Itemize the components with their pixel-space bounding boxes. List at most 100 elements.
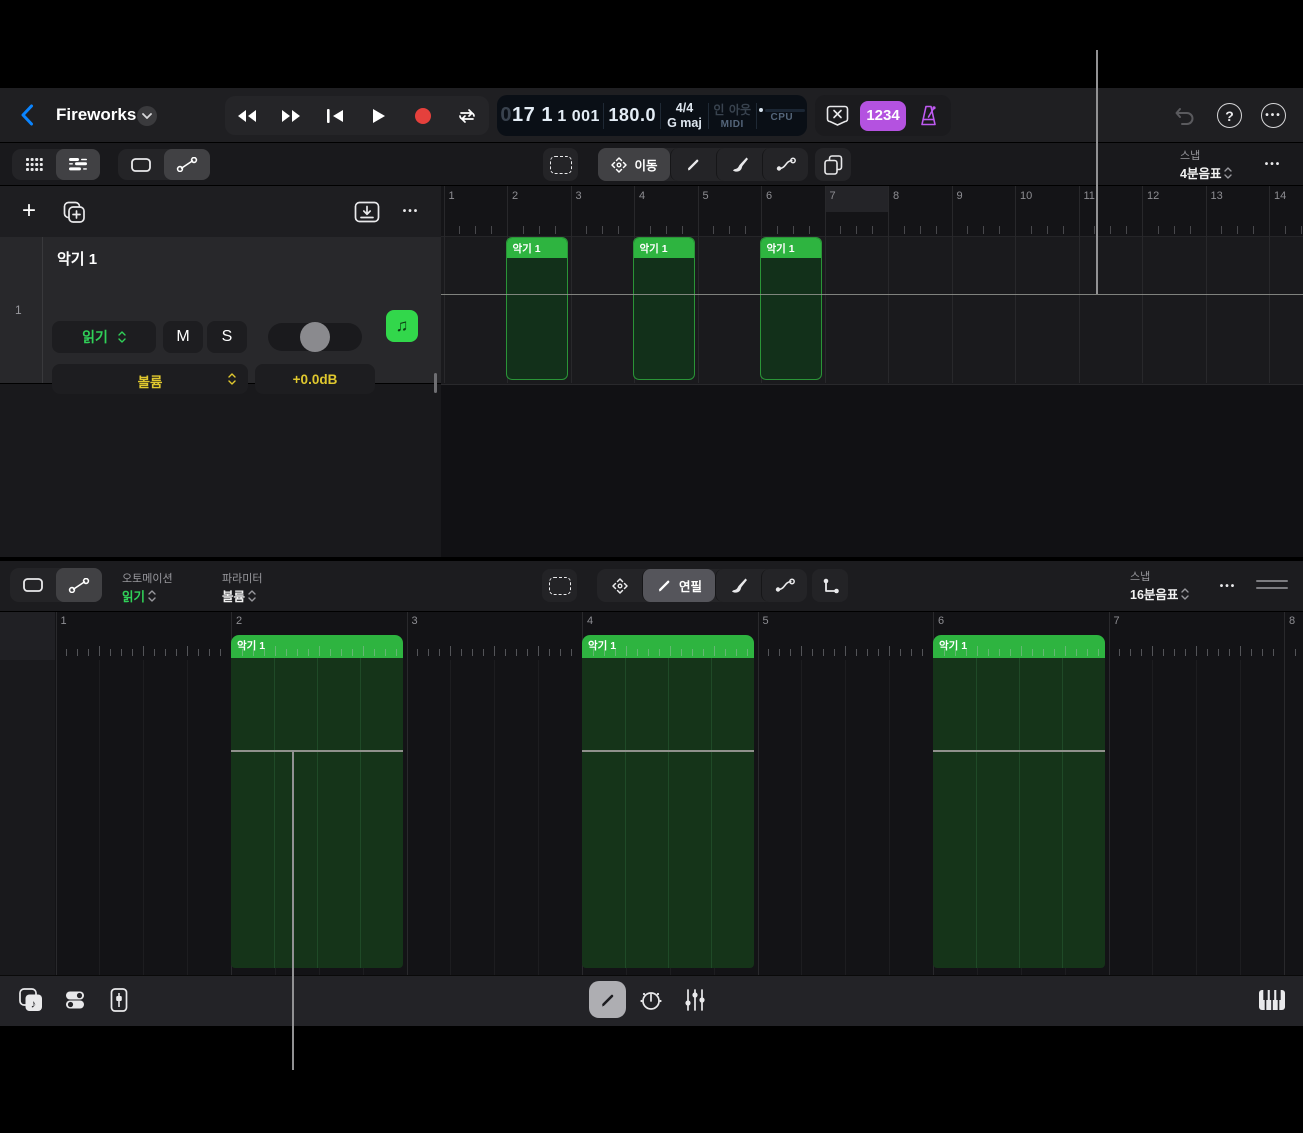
snap-value: 16분음표 — [1130, 584, 1178, 603]
copy-button[interactable] — [815, 148, 851, 181]
instrument-icon[interactable]: ♫ — [386, 310, 418, 342]
tracks-more-button[interactable]: ••• — [1258, 153, 1288, 175]
lcd-display[interactable]: 017 1 1 001 180.0 4/4 G maj 인 아웃 MIDI — [497, 95, 807, 136]
ruler-tick — [1065, 646, 1066, 656]
marquee-select-button[interactable] — [543, 148, 578, 181]
midi-region[interactable]: 악기 1 — [633, 237, 695, 380]
ruler-tick — [1010, 649, 1011, 656]
ruler-tick — [637, 649, 638, 656]
editor-resize-handle[interactable] — [1256, 580, 1288, 589]
more-options-button[interactable]: ••• — [1261, 103, 1286, 128]
automation-mode-select[interactable]: 읽기 — [52, 321, 156, 353]
track-name[interactable]: 악기 1 — [57, 248, 97, 269]
editor-automation-button[interactable] — [56, 568, 102, 602]
step-automation-button[interactable] — [812, 569, 848, 602]
editor-pencil-tool-button[interactable]: 연필 — [642, 569, 715, 602]
beat-gridline — [1240, 660, 1241, 975]
track-row[interactable]: 1 악기 1 읽기 M S ♫ 볼륨 +0.0dB — [0, 237, 441, 384]
undo-button[interactable] — [1172, 103, 1198, 129]
count-in-button[interactable]: 1234 — [860, 101, 906, 131]
slider-knob[interactable] — [300, 322, 330, 352]
duplicate-track-button[interactable] — [60, 198, 88, 226]
region-automation-line[interactable] — [231, 750, 403, 752]
edit-mode-button[interactable] — [589, 981, 626, 1018]
metronome-button[interactable] — [914, 101, 944, 131]
editor-move-tool-button[interactable] — [597, 569, 642, 602]
brush-tool-button[interactable] — [716, 148, 762, 181]
editor-regions-button[interactable] — [10, 568, 56, 602]
midi-region[interactable]: 악기 1 — [760, 237, 822, 380]
ruler-tick — [1119, 649, 1120, 656]
key-commands-button[interactable] — [823, 101, 853, 131]
regions-view-button[interactable] — [118, 149, 164, 180]
back-button[interactable] — [16, 103, 38, 127]
editor-marquee-button[interactable] — [542, 569, 577, 602]
editor-parameter[interactable]: 파라미터 볼륨 — [222, 570, 262, 605]
editor-curve-tool-button[interactable] — [761, 569, 807, 602]
ruler-tick — [1110, 226, 1111, 234]
ruler-bar-number: 8 — [1289, 615, 1295, 627]
keyboard-button[interactable] — [1256, 985, 1288, 1015]
tracks-area[interactable]: 1234567891011121314악기 1악기 1악기 1 — [441, 186, 1303, 557]
editor-automation-mode[interactable]: 오토메이션 읽기 — [122, 570, 173, 605]
ruler-tick — [768, 649, 769, 656]
region-automation-line[interactable] — [582, 750, 754, 752]
callout-line-top — [1096, 50, 1098, 294]
ellipsis-icon: ••• — [1220, 581, 1237, 592]
parameter-value[interactable]: +0.0dB — [255, 364, 375, 394]
project-menu-button[interactable] — [137, 106, 157, 126]
rewind-button[interactable] — [229, 101, 265, 131]
controls-button[interactable] — [60, 985, 90, 1015]
mute-button[interactable]: M — [163, 321, 203, 353]
automation-view-button[interactable] — [164, 149, 210, 180]
project-title[interactable]: Fireworks — [56, 105, 136, 125]
parameter-select[interactable]: 볼륨 — [52, 364, 248, 394]
ruler-tick — [99, 646, 100, 656]
help-button[interactable]: ? — [1217, 103, 1242, 128]
ruler-tick — [812, 649, 813, 656]
ruler-tick — [983, 226, 984, 234]
ruler-bar-number: 5 — [703, 190, 709, 202]
fast-forward-button[interactable] — [273, 101, 309, 131]
pencil-tool-button[interactable] — [670, 148, 716, 181]
track-list-more-button[interactable]: ••• — [396, 200, 426, 222]
editor-snap-control[interactable]: 스냅 16분음표 — [1130, 568, 1189, 603]
region-automation-line[interactable] — [933, 750, 1105, 752]
cycle-button[interactable] — [449, 101, 485, 131]
track-volume-slider[interactable] — [268, 323, 362, 351]
automation-editor-area[interactable]: 12345678악기 1악기 1악기 1 — [0, 612, 1303, 975]
editor-brush-tool-button[interactable] — [715, 569, 761, 602]
scrollbar-thumb[interactable] — [434, 373, 437, 393]
automation-region[interactable]: 악기 1 — [231, 635, 403, 968]
grid-view-button[interactable] — [12, 149, 56, 180]
editor-more-button[interactable]: ••• — [1213, 575, 1243, 597]
ruler-tick — [1130, 649, 1131, 656]
ruler-tick — [527, 649, 528, 656]
download-box-icon — [354, 201, 380, 223]
lcd-cpu-section: CPU — [757, 108, 807, 123]
ruler-bar-number: 8 — [893, 190, 899, 202]
play-button[interactable] — [361, 101, 397, 131]
automation-region[interactable]: 악기 1 — [933, 635, 1105, 968]
go-to-beginning-button[interactable] — [317, 101, 353, 131]
solo-button[interactable]: S — [207, 321, 247, 353]
region-label: 악기 1 — [507, 238, 541, 256]
automation-region[interactable]: 악기 1 — [582, 635, 754, 968]
beat-gridline — [538, 660, 539, 975]
import-track-button[interactable] — [352, 198, 382, 226]
midi-region[interactable]: 악기 1 — [506, 237, 568, 380]
curve-tool-button[interactable] — [762, 148, 808, 181]
ruler-tick — [1098, 649, 1099, 656]
levels-button[interactable] — [680, 985, 710, 1015]
ruler-tick — [1163, 649, 1164, 656]
automation-line[interactable] — [441, 294, 1303, 295]
browser-button[interactable]: ♪ — [16, 985, 46, 1015]
add-track-button[interactable]: + — [14, 196, 44, 226]
mixer-button[interactable] — [104, 985, 134, 1015]
ruler-tick — [187, 646, 188, 656]
record-button[interactable] — [405, 101, 441, 131]
move-tool-button[interactable]: 이동 — [598, 148, 670, 181]
velocity-dial-button[interactable] — [636, 985, 666, 1015]
snap-control[interactable]: 스냅 4분음표 — [1180, 147, 1232, 182]
tracks-view-button[interactable] — [56, 149, 100, 180]
